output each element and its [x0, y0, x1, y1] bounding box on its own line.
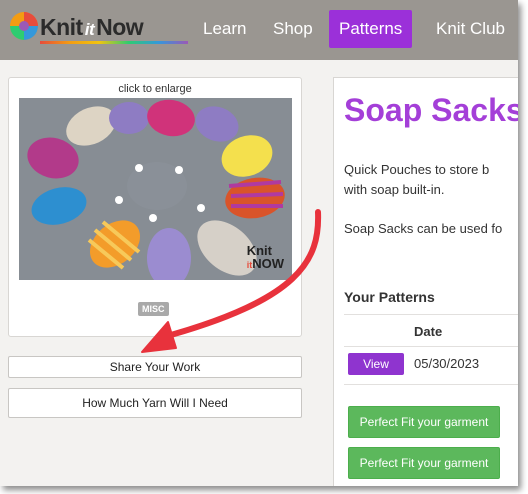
view-pattern-button[interactable]: View: [348, 353, 404, 375]
pattern-title: Soap Sacks: [344, 92, 518, 128]
yarn-swirl-icon: [10, 12, 38, 40]
browser-frame: Knit itNow Learn Shop Patterns Knit Club …: [0, 0, 518, 486]
table-divider: [344, 384, 518, 385]
share-your-work-button[interactable]: Share Your Work: [8, 356, 302, 378]
site-logo[interactable]: Knit itNow: [8, 10, 188, 46]
pattern-date: 05/30/2023: [414, 356, 480, 371]
nav-patterns[interactable]: Patterns: [329, 10, 413, 48]
photo-watermark: Knit itNOW: [246, 243, 284, 271]
pattern-description-line2: with soap built-in.: [344, 182, 445, 197]
table-divider: [344, 346, 518, 347]
your-patterns-heading: Your Patterns: [344, 289, 435, 305]
perfect-fit-button[interactable]: Perfect Fit your garment: [348, 447, 500, 479]
table-divider: [344, 314, 518, 315]
pattern-description-line1: Quick Pouches to store b: [344, 162, 490, 177]
yarn-calculator-button[interactable]: How Much Yarn Will I Need: [8, 388, 302, 418]
perfect-fit-button[interactable]: Perfect Fit your garment: [348, 406, 500, 438]
pattern-photo[interactable]: Knit itNOW: [19, 98, 292, 280]
logo-wordmark: Knit itNow: [40, 14, 144, 40]
nav-learn[interactable]: Learn: [193, 10, 256, 48]
pattern-image-card: click to enlarge Knit itNOW MISC: [8, 77, 302, 337]
nav-shop[interactable]: Shop: [263, 10, 323, 48]
nav-knit-club[interactable]: Knit Club: [426, 10, 515, 48]
date-column-header: Date: [414, 324, 443, 339]
logo-rainbow-bar: [40, 41, 188, 44]
click-to-enlarge-label: click to enlarge: [118, 83, 192, 95]
top-navigation: Knit itNow Learn Shop Patterns Knit Club: [0, 0, 518, 60]
pattern-details-panel: Soap Sacks Quick Pouches to store b with…: [333, 77, 518, 486]
category-tag[interactable]: MISC: [138, 302, 169, 316]
pattern-description-line3: Soap Sacks can be used fo: [344, 221, 503, 236]
